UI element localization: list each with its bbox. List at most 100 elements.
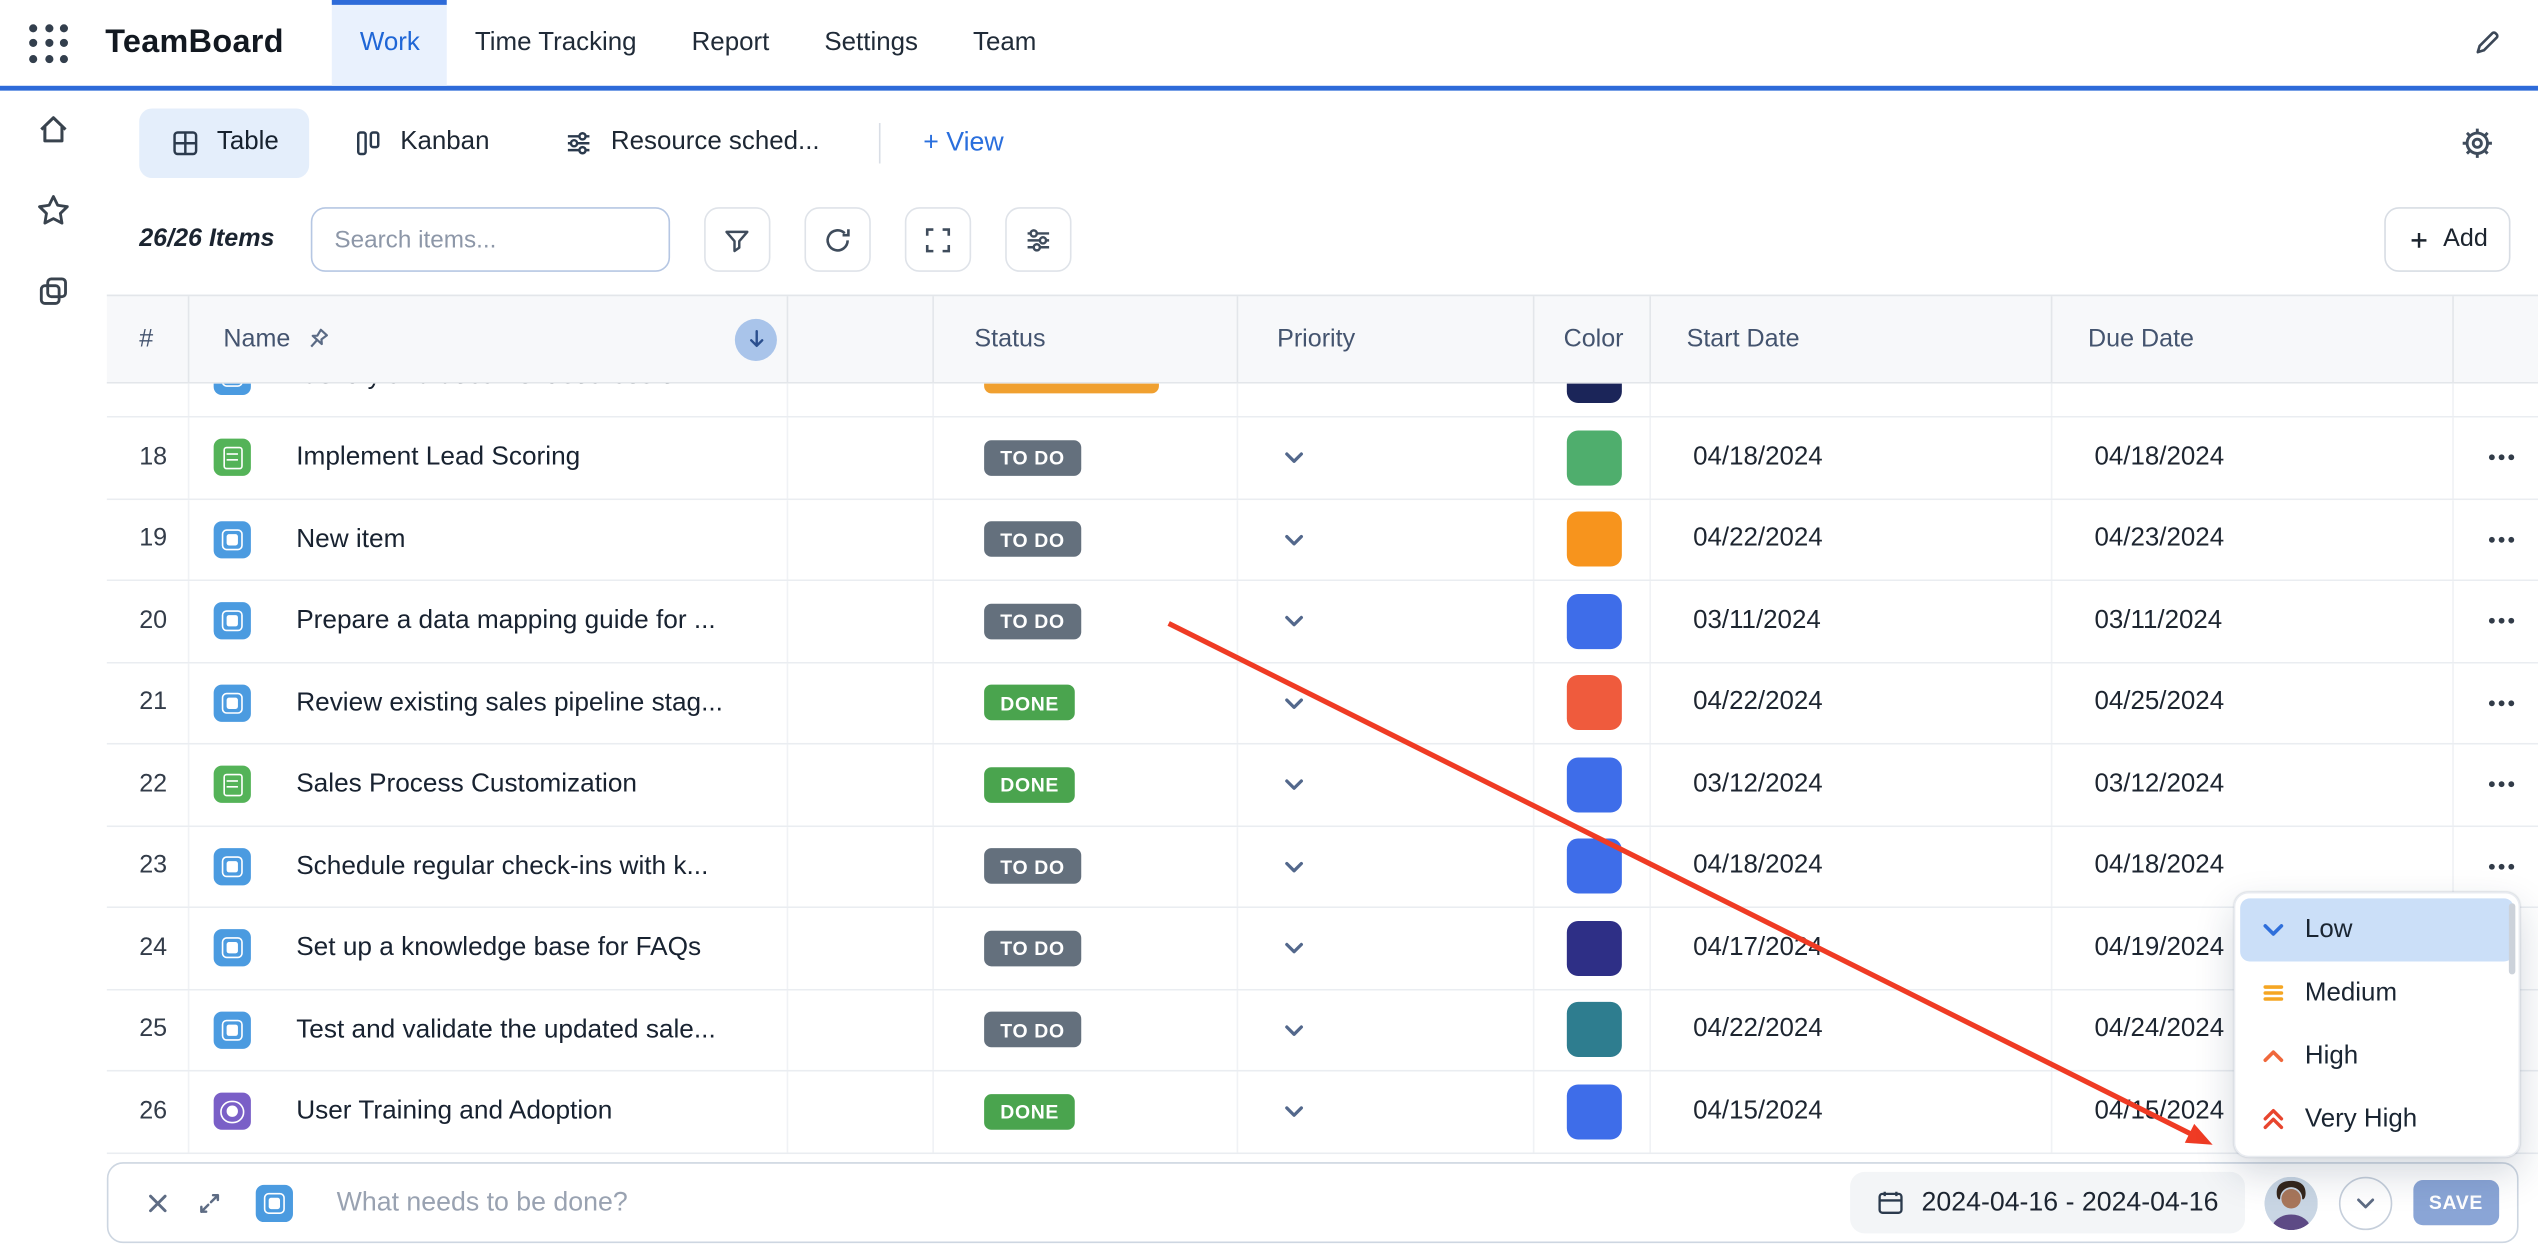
- item-name[interactable]: Schedule regular check-ins with k...: [296, 851, 708, 882]
- priority-dropdown-chevron-icon[interactable]: [1280, 853, 1308, 881]
- color-swatch[interactable]: [1567, 512, 1622, 567]
- color-swatch[interactable]: [1567, 1002, 1622, 1057]
- start-date[interactable]: 04/15/2024: [1651, 1072, 2052, 1152]
- date-range-picker[interactable]: 2024-04-16 - 2024-04-16: [1850, 1172, 2244, 1234]
- status-badge[interactable]: DONE: [984, 1094, 1075, 1130]
- start-date[interactable]: 03/12/2024: [1651, 745, 2052, 825]
- column-header-due-date[interactable]: Due Date: [2052, 296, 2453, 382]
- item-name[interactable]: New item: [296, 524, 405, 555]
- home-icon[interactable]: [36, 112, 72, 148]
- start-date[interactable]: 04/22/2024: [1651, 499, 2052, 579]
- item-name[interactable]: Set up a knowledge base for FAQs: [296, 933, 701, 964]
- gear-icon[interactable]: [2460, 125, 2494, 159]
- app-launcher-grid-icon[interactable]: [29, 23, 68, 62]
- color-swatch[interactable]: [1567, 839, 1622, 894]
- start-date[interactable]: 04/22/2024: [1651, 663, 2052, 743]
- pin-icon[interactable]: [303, 325, 332, 354]
- priority-dropdown-chevron-icon[interactable]: [1280, 607, 1308, 635]
- search-input[interactable]: [310, 207, 669, 272]
- sort-descending-indicator[interactable]: [735, 318, 777, 360]
- priority-option-medium[interactable]: Medium: [2240, 961, 2514, 1024]
- fullscreen-button[interactable]: [904, 207, 970, 272]
- priority-option-high[interactable]: High: [2240, 1025, 2514, 1088]
- close-icon[interactable]: [144, 1189, 172, 1217]
- color-swatch[interactable]: [1567, 594, 1622, 649]
- column-header-priority[interactable]: Priority: [1238, 296, 1534, 382]
- column-header-start-date[interactable]: Start Date: [1651, 296, 2052, 382]
- status-badge[interactable]: TO DO: [984, 1012, 1081, 1048]
- table-row[interactable]: 18 Implement Lead Scoring TO DO 04/18/20…: [107, 418, 2538, 500]
- avatar[interactable]: [2264, 1176, 2317, 1229]
- start-date[interactable]: 03/11/2024: [1651, 581, 2052, 661]
- view-tab-kanban[interactable]: Kanban: [323, 108, 521, 178]
- table-row[interactable]: 26 User Training and Adoption DONE 04/15…: [107, 1072, 2538, 1154]
- star-icon[interactable]: [36, 193, 72, 229]
- column-header-color[interactable]: Color: [1534, 296, 1651, 382]
- item-name[interactable]: Sales Process Customization: [296, 769, 637, 800]
- tab-team[interactable]: Team: [945, 0, 1063, 86]
- priority-option-very-high[interactable]: Very High: [2240, 1088, 2514, 1151]
- pencil-icon[interactable]: [2472, 28, 2503, 59]
- view-tab-table[interactable]: Table: [139, 108, 309, 178]
- view-tab-resource-scheduling[interactable]: Resource sched...: [533, 108, 850, 178]
- row-actions-button[interactable]: [2454, 663, 2538, 743]
- due-date[interactable]: 03/11/2024: [2052, 581, 2453, 661]
- priority-dropdown-chevron-icon[interactable]: [1280, 444, 1308, 472]
- item-name[interactable]: Implement Lead Scoring: [296, 442, 580, 473]
- add-view-button[interactable]: + View: [923, 127, 1003, 158]
- item-type-icon[interactable]: [256, 1184, 293, 1221]
- table-row[interactable]: 21 Review existing sales pipeline stag..…: [107, 663, 2538, 745]
- table-row[interactable]: 25 Test and validate the updated sale...…: [107, 990, 2538, 1072]
- add-item-button[interactable]: Add: [2385, 207, 2511, 272]
- table-row[interactable]: 22 Sales Process Customization DONE 03/1…: [107, 745, 2538, 827]
- due-date[interactable]: 04/23/2024: [2052, 499, 2453, 579]
- status-badge[interactable]: TO DO: [984, 522, 1081, 558]
- table-row[interactable]: Identify and document sources of ... IN …: [107, 384, 2538, 418]
- color-swatch[interactable]: [1567, 430, 1622, 485]
- column-header-status[interactable]: Status: [934, 296, 1238, 382]
- start-date[interactable]: 04/22/2024: [1651, 990, 2052, 1070]
- due-date[interactable]: 04/25/2024: [2052, 663, 2453, 743]
- row-actions-button[interactable]: [2454, 384, 2538, 416]
- status-badge[interactable]: DONE: [984, 767, 1075, 803]
- tab-report[interactable]: Report: [664, 0, 797, 86]
- color-swatch[interactable]: [1567, 757, 1622, 812]
- item-name[interactable]: Prepare a data mapping guide for ...: [296, 606, 716, 637]
- item-name[interactable]: Identify and document sources of ...: [296, 384, 711, 392]
- start-date[interactable]: 04/18/2024: [1651, 826, 2052, 906]
- color-swatch[interactable]: [1567, 921, 1622, 976]
- tab-settings[interactable]: Settings: [797, 0, 946, 86]
- start-date[interactable]: 04/17/2024: [1651, 908, 2052, 988]
- row-actions-button[interactable]: [2454, 499, 2538, 579]
- priority-dropdown-chevron-icon[interactable]: [1280, 384, 1308, 390]
- column-header-num[interactable]: #: [107, 296, 190, 382]
- row-actions-button[interactable]: [2454, 418, 2538, 498]
- due-date[interactable]: 04/23/2024: [2052, 384, 2453, 416]
- priority-dropdown-chevron-icon[interactable]: [1280, 526, 1308, 554]
- copy-icon[interactable]: [36, 274, 72, 310]
- priority-option-low[interactable]: Low: [2240, 898, 2514, 961]
- color-swatch[interactable]: [1567, 1084, 1622, 1139]
- status-badge[interactable]: TO DO: [984, 440, 1081, 476]
- tab-work[interactable]: Work: [332, 0, 447, 86]
- status-badge[interactable]: TO DO: [984, 603, 1081, 639]
- expand-icon[interactable]: [196, 1189, 224, 1217]
- color-swatch[interactable]: [1567, 384, 1622, 404]
- item-name[interactable]: User Training and Adoption: [296, 1096, 612, 1127]
- status-badge[interactable]: TO DO: [984, 849, 1081, 885]
- table-row[interactable]: 23 Schedule regular check-ins with k... …: [107, 826, 2538, 908]
- status-badge[interactable]: IN PROGRESS: [984, 384, 1158, 394]
- display-settings-button[interactable]: [1005, 207, 1071, 272]
- tab-time-tracking[interactable]: Time Tracking: [447, 0, 664, 86]
- dropdown-scrollbar[interactable]: [2509, 903, 2515, 974]
- save-button[interactable]: SAVE: [2413, 1180, 2499, 1225]
- start-date[interactable]: 04/18/2024: [1651, 418, 2052, 498]
- priority-dropdown-chevron-icon[interactable]: [1280, 1098, 1308, 1126]
- due-date[interactable]: 04/18/2024: [2052, 418, 2453, 498]
- column-header-name[interactable]: Name: [189, 296, 788, 382]
- refresh-button[interactable]: [804, 207, 870, 272]
- priority-dropdown-chevron-icon[interactable]: [1280, 934, 1308, 962]
- row-actions-button[interactable]: [2454, 581, 2538, 661]
- item-name[interactable]: Review existing sales pipeline stag...: [296, 688, 723, 719]
- table-row[interactable]: 24 Set up a knowledge base for FAQs TO D…: [107, 908, 2538, 990]
